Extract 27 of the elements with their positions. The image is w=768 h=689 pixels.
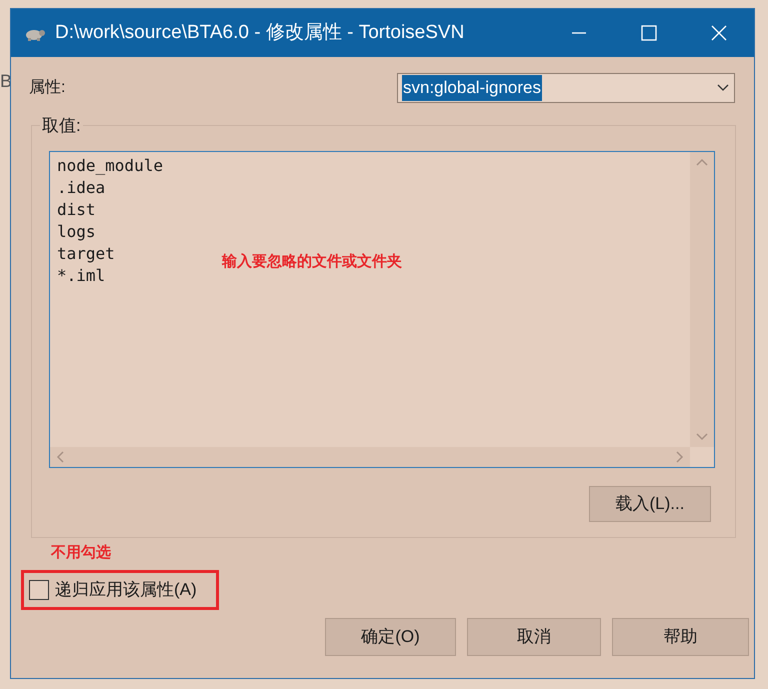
scroll-down-icon [696, 433, 708, 441]
property-dropdown[interactable]: svn:global-ignores [397, 73, 735, 103]
text-line: *.iml [57, 265, 106, 287]
checkbox[interactable] [29, 580, 49, 600]
horizontal-scrollbar[interactable] [50, 447, 690, 467]
dialog-button[interactable]: 确定(O) [325, 618, 456, 656]
property-label: 属性: [29, 78, 66, 98]
text-line: logs [57, 221, 96, 243]
scroll-left-icon [56, 451, 64, 463]
dialog-button[interactable]: 帮助 [612, 618, 749, 656]
text-line: dist [57, 199, 96, 221]
annotation-text: 不用勾选 [51, 543, 111, 563]
maximize-icon [640, 24, 658, 42]
text-line: .idea [57, 177, 106, 199]
annotation-text: 输入要忽略的文件或文件夹 [222, 252, 402, 272]
scroll-up-icon [696, 158, 708, 166]
checkbox-label: 递归应用该属性(A) [55, 579, 197, 602]
scroll-right-icon [676, 451, 684, 463]
text-line: target [57, 243, 115, 265]
close-icon [710, 24, 728, 42]
caret-icon [716, 83, 730, 93]
load-button[interactable]: 载入(L)... [589, 486, 711, 522]
minimize-icon [570, 32, 588, 34]
dialog-button[interactable]: 取消 [467, 618, 601, 656]
window-title: D:\work\source\BTA6.0 - 修改属性 - TortoiseSVN [55, 20, 466, 45]
vertical-scrollbar[interactable] [690, 152, 714, 447]
text-line: node_module [57, 155, 163, 177]
